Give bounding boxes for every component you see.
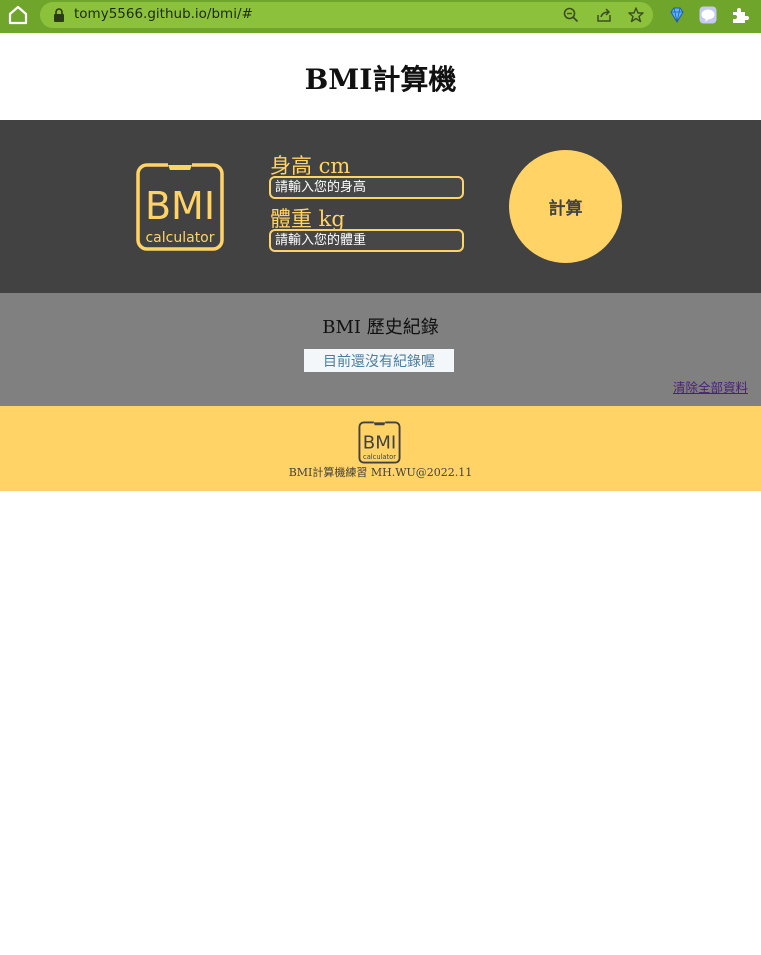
svg-text:calculator: calculator bbox=[145, 230, 214, 246]
puzzle-extensions-icon[interactable] bbox=[730, 5, 750, 25]
zoom-icon[interactable] bbox=[562, 6, 580, 24]
line-extension-icon[interactable] bbox=[698, 5, 718, 25]
clear-all-link[interactable]: 清除全部資料 bbox=[673, 377, 748, 396]
browser-toolbar: tomy5566.github.io/bmi/# bbox=[0, 0, 761, 33]
gem-extension-icon[interactable] bbox=[667, 5, 687, 25]
history-empty-message: 目前還沒有紀錄喔 bbox=[304, 349, 454, 372]
calculator-section: BMI calculator 身高 cm 體重 kg 計算 bbox=[0, 120, 761, 293]
url-text: tomy5566.github.io/bmi/# bbox=[74, 6, 253, 22]
height-input[interactable] bbox=[269, 176, 464, 199]
home-icon[interactable] bbox=[6, 4, 30, 26]
footer-text: BMI計算機練習 MH.WU@2022.11 bbox=[288, 466, 473, 479]
svg-text:BMI: BMI bbox=[145, 184, 215, 228]
bmi-logo: BMI calculator bbox=[136, 162, 224, 251]
history-section: BMI 歷史紀錄 目前還沒有紀錄喔 清除全部資料 bbox=[0, 293, 761, 406]
bookmark-star-icon[interactable] bbox=[627, 6, 645, 24]
svg-text:BMI: BMI bbox=[363, 433, 396, 454]
lock-icon bbox=[54, 8, 64, 22]
svg-text:calculator: calculator bbox=[363, 453, 396, 461]
weight-input[interactable] bbox=[269, 229, 464, 252]
footer-bmi-logo: BMI calculator bbox=[358, 421, 401, 464]
footer: BMI calculator BMI計算機練習 MH.WU@2022.11 bbox=[0, 406, 761, 491]
calculate-button[interactable]: 計算 bbox=[509, 150, 622, 263]
address-bar[interactable]: tomy5566.github.io/bmi/# bbox=[40, 2, 653, 28]
page-title: BMI計算機 bbox=[304, 63, 457, 96]
history-title: BMI 歷史紀錄 bbox=[322, 317, 439, 338]
share-icon[interactable] bbox=[595, 6, 613, 24]
